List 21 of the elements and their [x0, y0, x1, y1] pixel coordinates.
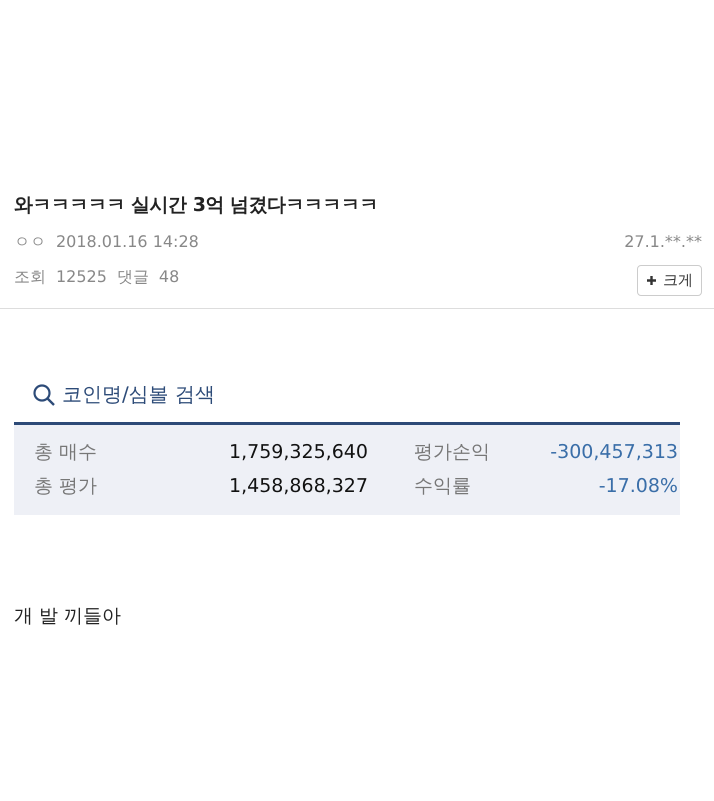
summary-value: 1,759,325,640 — [228, 440, 368, 465]
post-body: 개 발 끼들아 — [14, 604, 122, 629]
post-title: 와ㅋㅋㅋㅋㅋ 실시간 3억 넘겼다ㅋㅋㅋㅋㅋ — [14, 193, 380, 218]
summary-label: 총 평가 — [34, 474, 98, 499]
author-name: ㅇㅇ — [14, 232, 46, 253]
views-count: 12525 — [56, 267, 107, 288]
summary-label: 수익률 — [413, 474, 472, 499]
comments-label: 댓글 — [116, 267, 149, 288]
post-date: 2018.01.16 14:28 — [56, 232, 199, 253]
summary-label: 평가손익 — [413, 440, 491, 465]
summary-value: -300,457,313 — [549, 440, 678, 465]
enlarge-button[interactable]: 크게 — [637, 265, 702, 296]
search-icon — [32, 382, 56, 406]
views-label: 조회 — [14, 267, 46, 288]
summary-label: 총 매수 — [34, 440, 98, 465]
plus-icon — [646, 275, 657, 286]
ip-address: 27.1.**.** — [624, 232, 702, 253]
summary-value: -17.08% — [598, 474, 678, 499]
comments-count: 48 — [158, 267, 180, 288]
summary-value: 1,458,868,327 — [228, 474, 368, 499]
search-label[interactable]: 코인명/심볼 검색 — [62, 381, 216, 408]
